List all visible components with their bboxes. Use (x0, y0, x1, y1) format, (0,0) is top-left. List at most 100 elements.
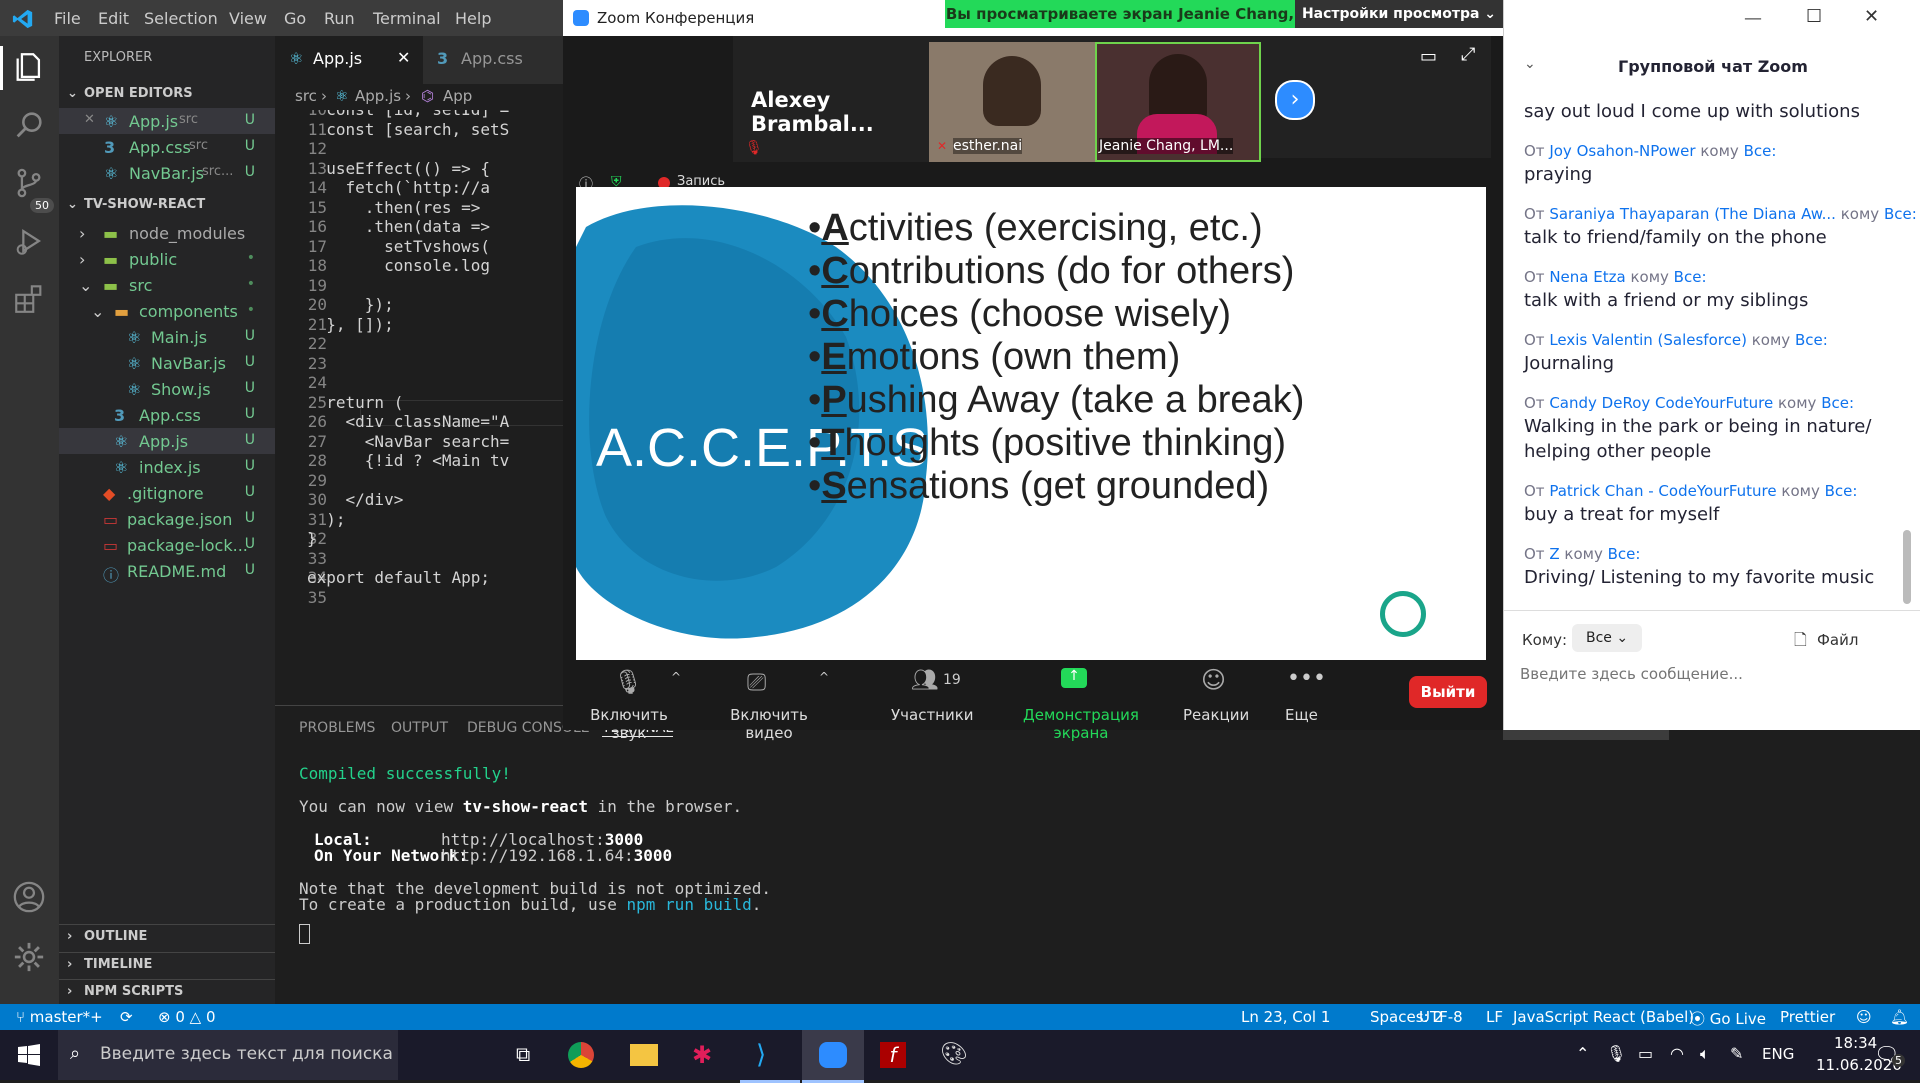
menu-edit[interactable]: Edit (98, 9, 129, 28)
volume-icon[interactable]: 🔈︎ (1700, 1044, 1710, 1064)
explorer-icon[interactable] (12, 50, 46, 84)
maximize-icon[interactable]: ☐ (1806, 6, 1822, 27)
menu-help[interactable]: Help (455, 9, 491, 28)
chevron-up-icon[interactable]: ^ (819, 670, 829, 684)
tree-item-node-modules[interactable]: › ▬ node_modules (59, 220, 275, 246)
more-button[interactable]: ••• Еще (1263, 660, 1343, 730)
breadcrumb-symbol[interactable]: App (443, 87, 472, 105)
chat-sender[interactable]: Z (1549, 545, 1559, 563)
chat-sender[interactable]: Saraniya Thayaparan (The Diana Aw... (1549, 205, 1836, 223)
chrome-icon[interactable] (568, 1042, 594, 1068)
tab-problems[interactable]: PROBLEMS (299, 720, 375, 736)
tab-appjs[interactable]: ⚛ App.js ✕ (275, 36, 423, 84)
open-editor-navbarjs[interactable]: ⚛ NavBar.js src... U (59, 160, 275, 186)
close-icon[interactable]: ✕ (1864, 6, 1879, 27)
minimize-icon[interactable]: — (1744, 8, 1762, 29)
code-line[interactable]: {!id ? <Main tv (307, 451, 510, 470)
tab-appcss[interactable]: 3 App.css (423, 36, 565, 84)
code-line[interactable]: <NavBar search= (307, 432, 510, 451)
microphone-icon[interactable]: 🎙︎ (1606, 1044, 1626, 1063)
chat-sender[interactable]: Joy Osahon-NPower (1549, 142, 1695, 160)
code-line[interactable]: } (307, 529, 317, 548)
breadcrumb-folder[interactable]: src (295, 87, 317, 105)
close-icon[interactable]: ✕ (397, 48, 410, 67)
problems-status[interactable]: ⊗ 0 △ 0 (158, 1008, 216, 1026)
participants-button[interactable]: 👥︎ 19 Участники (873, 660, 983, 730)
breadcrumb-file[interactable]: App.js (355, 87, 401, 105)
extensions-icon[interactable] (12, 282, 46, 316)
chevron-up-icon[interactable]: ^ (671, 670, 681, 684)
branch-status[interactable]: ⑂ master*+ (16, 1008, 103, 1026)
manage-gear-icon[interactable] (12, 940, 46, 974)
menu-terminal[interactable]: Terminal (373, 9, 441, 28)
tree-item-readme[interactable]: ⓘ README.md U (59, 558, 275, 585)
tree-item-navbarjs[interactable]: ⚛ NavBar.js U (59, 350, 275, 376)
slack-icon[interactable]: ✱ (692, 1042, 718, 1068)
tree-item-gitignore[interactable]: ◆ .gitignore U (59, 480, 275, 506)
account-icon[interactable] (12, 880, 46, 914)
participant-tile[interactable]: Alexey Brambal... 🎙︎ (733, 42, 933, 162)
tree-item-showjs[interactable]: ⚛ Show.js U (59, 376, 275, 402)
reactions-button[interactable]: ☺ Реакции (1163, 660, 1263, 730)
file-explorer-icon[interactable] (630, 1044, 658, 1066)
code-line[interactable]: }, []); (307, 315, 393, 334)
code-line[interactable]: .then(data => (307, 217, 490, 236)
recipient-select[interactable]: Все ⌄ (1572, 624, 1642, 652)
menu-run[interactable]: Run (324, 9, 355, 28)
collapse-chevron-icon[interactable]: ⌄ (1524, 56, 1536, 72)
project-header[interactable]: ⌄ TV-SHOW-REACT (59, 193, 275, 219)
code-line[interactable]: export default App; (307, 568, 490, 587)
tree-item-packagejson[interactable]: ▭ package.json U (59, 506, 275, 532)
menu-go[interactable]: Go (284, 9, 306, 28)
menu-view[interactable]: View (229, 9, 267, 28)
share-screen-button[interactable]: ↑ Демонстрация экрана (983, 660, 1163, 742)
code-line[interactable]: .then(res => (307, 198, 490, 217)
tree-item-src[interactable]: ⌄ ▬ src • (59, 272, 275, 298)
pen-icon[interactable]: ✎ (1730, 1044, 1743, 1063)
encoding[interactable]: UTF-8 (1419, 1008, 1463, 1026)
notifications-icon[interactable]: 🔔︎ (1890, 1008, 1909, 1026)
chat-sender[interactable]: Nena Etza (1549, 268, 1625, 286)
language-mode[interactable]: JavaScript React (Babel) (1513, 1008, 1694, 1026)
feedback-icon[interactable]: ☺ (1856, 1008, 1872, 1026)
view-options-button[interactable]: Настройки просмотра ⌄ (1295, 0, 1503, 28)
fullscreen-icon[interactable]: ⤢ (1461, 44, 1475, 65)
tree-item-public[interactable]: › ▬ public • (59, 246, 275, 272)
paint-icon[interactable]: 🎨︎ (940, 1042, 968, 1067)
leave-button[interactable]: Выйти (1409, 676, 1487, 708)
sync-icon[interactable]: ⟳ (120, 1008, 133, 1026)
chat-sender[interactable]: Lexis Valentin (Salesforce) (1549, 331, 1747, 349)
participant-tile-active-speaker[interactable]: Jeanie Chang, LM... (1095, 42, 1261, 162)
code-line[interactable]: fetch(`http://a (307, 178, 491, 197)
outline-header[interactable]: › OUTLINE (59, 924, 275, 951)
wifi-icon[interactable]: ◠ (1670, 1044, 1684, 1063)
code-line[interactable]: </div> (307, 490, 404, 509)
tree-item-mainjs[interactable]: ⚛ Main.js U (59, 324, 275, 350)
code-line[interactable]: console.log (307, 256, 490, 275)
flash-icon[interactable]: f (880, 1042, 906, 1068)
code-line[interactable]: const [search, setS (307, 120, 509, 139)
timeline-header[interactable]: › TIMELINE (59, 952, 275, 979)
chat-sender[interactable]: Patrick Chan - CodeYourFuture (1549, 482, 1776, 500)
search-icon[interactable] (12, 108, 46, 142)
run-debug-icon[interactable] (12, 224, 46, 258)
tree-item-appcss[interactable]: 3 App.css U (59, 402, 275, 428)
close-icon[interactable]: ✕ (84, 112, 95, 127)
source-control-icon[interactable] (12, 166, 46, 200)
prettier[interactable]: Prettier (1780, 1008, 1835, 1026)
menu-file[interactable]: File (54, 9, 81, 28)
next-page-arrow-icon[interactable]: › (1275, 80, 1315, 120)
unmute-button[interactable]: 🎙︎ ^ Включить звук (563, 660, 683, 742)
battery-icon[interactable]: ▭ (1638, 1044, 1653, 1063)
cursor-position[interactable]: Ln 23, Col 1 (1241, 1008, 1330, 1026)
code-line[interactable]: return ( (307, 393, 403, 412)
code-line[interactable]: }); (307, 295, 394, 314)
code-line[interactable]: setTvshows( (307, 237, 490, 256)
start-video-button[interactable]: ⎚ ^ Включить видео (693, 660, 833, 742)
chat-message-input[interactable] (1518, 658, 1902, 690)
eol[interactable]: LF (1486, 1008, 1503, 1026)
code-line[interactable]: <div className="A (307, 412, 510, 431)
code-line[interactable]: ); (307, 510, 345, 529)
zoom-taskbar-button[interactable] (802, 1030, 864, 1083)
go-live[interactable]: ⦿ Go Live (1690, 1008, 1766, 1029)
